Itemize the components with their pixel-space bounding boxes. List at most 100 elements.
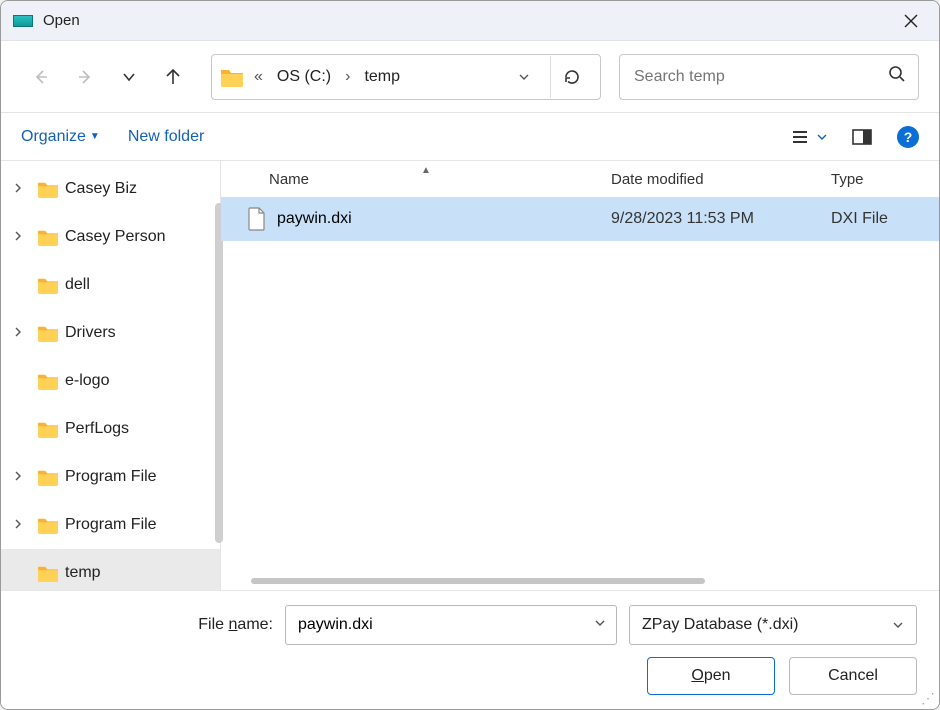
search-input[interactable] — [632, 67, 888, 87]
open-button[interactable]: Open — [647, 657, 775, 695]
tree-item-label: Drivers — [65, 324, 116, 342]
chevron-down-icon — [892, 619, 904, 631]
folder-icon — [37, 180, 59, 198]
tree-item-label: temp — [65, 564, 101, 582]
horizontal-scrollbar[interactable] — [251, 578, 919, 584]
close-icon — [904, 14, 918, 28]
file-type-filter[interactable]: ZPay Database (*.dxi) — [629, 605, 917, 645]
toolbar: Organize ▼ New folder ? — [1, 113, 939, 161]
file-name-combo[interactable] — [285, 605, 617, 645]
column-date-header[interactable]: Date modified — [611, 171, 831, 188]
tree-item-label: Casey Biz — [65, 180, 137, 198]
tree-item-drivers[interactable]: Drivers — [1, 309, 220, 357]
list-icon — [791, 129, 809, 145]
search-box[interactable] — [619, 54, 919, 100]
tree-item-label: dell — [65, 276, 90, 294]
file-name-dropdown[interactable] — [594, 616, 606, 634]
file-list-pane: Name ▲ Date modified Type paywin.dxi9/28… — [221, 161, 939, 590]
new-folder-label: New folder — [128, 128, 204, 146]
nav-bar: « OS (C:) › temp — [1, 41, 939, 113]
tree-item-perflogs[interactable]: PerfLogs — [1, 405, 220, 453]
up-button[interactable] — [153, 57, 193, 97]
organize-button[interactable]: Organize ▼ — [21, 128, 100, 146]
folder-icon — [37, 564, 59, 582]
arrow-right-icon — [76, 68, 94, 86]
footer: File name: ZPay Database (*.dxi) Open Ca… — [1, 590, 939, 709]
file-icon — [247, 207, 267, 231]
tree-item-casey-person[interactable]: Casey Person — [1, 213, 220, 261]
file-name-input[interactable] — [296, 615, 594, 635]
open-dialog: Open « OS (C:) › temp — [0, 0, 940, 710]
arrow-left-icon — [32, 68, 50, 86]
expand-chevron-icon[interactable] — [13, 519, 23, 532]
expand-chevron-icon[interactable] — [13, 471, 23, 484]
refresh-icon — [563, 68, 581, 86]
tree-item-e-logo[interactable]: e-logo — [1, 357, 220, 405]
expand-chevron-icon[interactable] — [13, 327, 23, 340]
scrollbar-thumb[interactable] — [251, 578, 705, 584]
file-type: DXI File — [831, 210, 939, 228]
tree-item-label: PerfLogs — [65, 420, 129, 438]
folder-icon — [37, 372, 59, 390]
breadcrumb-current[interactable]: temp — [360, 68, 404, 86]
refresh-button[interactable] — [550, 56, 592, 98]
breadcrumb-drive[interactable]: OS (C:) — [273, 68, 335, 86]
tree-item-temp[interactable]: temp — [1, 549, 220, 590]
file-row[interactable]: paywin.dxi9/28/2023 11:53 PMDXI File — [221, 197, 939, 241]
folder-icon — [37, 276, 59, 294]
chevron-right-icon: › — [341, 68, 354, 86]
preview-pane-button[interactable] — [847, 122, 877, 152]
arrow-up-icon — [164, 68, 182, 86]
file-name: paywin.dxi — [277, 210, 611, 228]
breadcrumb-overflow-icon[interactable]: « — [250, 68, 267, 86]
chevron-down-icon — [817, 132, 827, 142]
file-date: 9/28/2023 11:53 PM — [611, 210, 831, 228]
back-button[interactable] — [21, 57, 61, 97]
folder-icon — [37, 516, 59, 534]
column-headers: Name ▲ Date modified Type — [221, 161, 939, 197]
folder-icon — [220, 67, 244, 87]
tree-item-label: Casey Person — [65, 228, 166, 246]
close-button[interactable] — [889, 3, 933, 39]
cancel-label: Cancel — [828, 667, 878, 685]
chevron-down-icon — [518, 71, 530, 83]
column-type-label: Type — [831, 171, 864, 188]
help-button[interactable]: ? — [897, 126, 919, 148]
tree-item-program-file[interactable]: Program File — [1, 501, 220, 549]
address-dropdown-button[interactable] — [510, 63, 538, 91]
help-icon: ? — [904, 129, 913, 145]
column-name-label: Name — [269, 171, 309, 188]
forward-button[interactable] — [65, 57, 105, 97]
expand-chevron-icon[interactable] — [13, 183, 23, 196]
resize-grip[interactable]: ⋰ — [921, 691, 935, 705]
tree-item-dell[interactable]: dell — [1, 261, 220, 309]
column-date-label: Date modified — [611, 171, 704, 188]
folder-tree[interactable]: Casey Biz Casey Person dell Drivers e-logo Pe… — [1, 161, 221, 590]
address-bar[interactable]: « OS (C:) › temp — [211, 54, 601, 100]
main-area: Casey Biz Casey Person dell Drivers e-logo Pe… — [1, 161, 939, 590]
app-icon — [13, 15, 33, 27]
column-name-header[interactable]: Name ▲ — [221, 171, 611, 188]
sort-asc-icon: ▲ — [421, 165, 431, 176]
folder-icon — [37, 420, 59, 438]
cancel-button[interactable]: Cancel — [789, 657, 917, 695]
folder-icon — [37, 468, 59, 486]
search-icon[interactable] — [888, 65, 906, 88]
tree-item-program-file[interactable]: Program File — [1, 453, 220, 501]
view-mode-button[interactable] — [791, 122, 827, 152]
tree-item-label: e-logo — [65, 372, 109, 390]
tree-item-label: Program File — [65, 516, 157, 534]
chevron-down-icon — [594, 617, 606, 629]
column-type-header[interactable]: Type — [831, 171, 939, 188]
folder-icon — [37, 324, 59, 342]
chevron-down-icon — [122, 70, 136, 84]
organize-label: Organize — [21, 128, 86, 146]
recent-locations-button[interactable] — [109, 57, 149, 97]
tree-item-casey-biz[interactable]: Casey Biz — [1, 165, 220, 213]
tree-item-label: Program File — [65, 468, 157, 486]
expand-chevron-icon[interactable] — [13, 231, 23, 244]
folder-icon — [37, 228, 59, 246]
new-folder-button[interactable]: New folder — [128, 128, 204, 146]
dialog-title: Open — [43, 12, 80, 29]
chevron-down-icon: ▼ — [90, 131, 100, 142]
